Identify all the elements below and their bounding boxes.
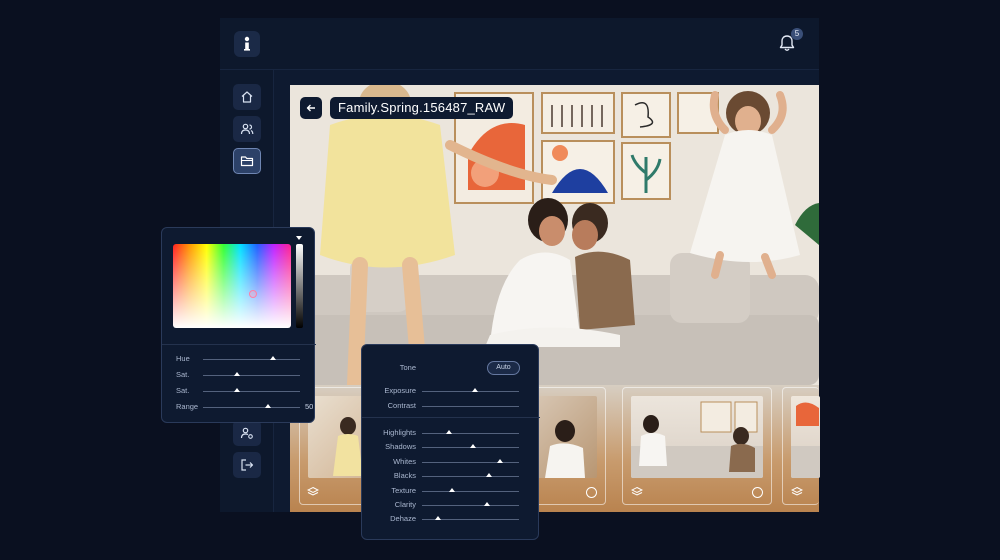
panel-divider — [162, 344, 316, 345]
folder-icon — [240, 156, 254, 167]
thumbnail-illustration — [791, 402, 820, 478]
slider-track[interactable] — [422, 391, 519, 392]
luminance-slider[interactable] — [296, 244, 303, 328]
thumbnail-illustration — [631, 401, 763, 478]
color-panel: Hue Sat. Sat. Range 50 — [161, 227, 316, 423]
luminance-caret-icon — [296, 236, 302, 240]
slider-track[interactable] — [422, 490, 519, 492]
sidebar-item-logout[interactable] — [233, 452, 261, 478]
slider-thumb[interactable] — [434, 516, 441, 521]
slider-row-range: Range 50 — [162, 403, 316, 413]
thumbnail-image — [791, 396, 820, 478]
color-field[interactable] — [173, 244, 291, 328]
slider-track[interactable] — [422, 505, 519, 506]
layers-icon — [791, 486, 803, 496]
thumbnail-1-layers — [306, 485, 320, 503]
slider-row-highlights: Highlights — [362, 429, 540, 439]
slider-thumb[interactable] — [472, 388, 479, 392]
main-photo: Family.Spring.156487_RAW — [290, 85, 819, 385]
sidebar-item-home[interactable] — [233, 84, 261, 110]
slider-label: Shadows — [385, 442, 416, 452]
slider-label: Dehaze — [390, 514, 416, 524]
color-field-handle[interactable] — [249, 290, 257, 298]
slider-row-texture: Texture — [362, 485, 540, 497]
slider-thumb[interactable] — [470, 444, 477, 449]
slider-value: 50 — [305, 402, 314, 411]
notification-count-badge: 5 — [791, 28, 803, 40]
sidebar-item-user-settings[interactable] — [233, 420, 261, 446]
arrow-left-icon — [306, 104, 315, 112]
slider-label: Blacks — [393, 471, 416, 481]
user-gear-icon — [240, 427, 253, 439]
slider-row-sat: Sat. — [162, 387, 316, 397]
panel-divider — [362, 417, 540, 418]
thumbnail-select-radio[interactable] — [586, 487, 597, 498]
slider-thumb[interactable] — [233, 372, 240, 376]
slider-row-shadows: Shadows — [362, 443, 540, 453]
slider-label: Highlights — [383, 428, 416, 437]
slider-track[interactable] — [422, 476, 519, 478]
auto-button[interactable]: Auto — [487, 361, 520, 375]
notifications-button[interactable]: 5 — [779, 28, 803, 54]
slider-thumb[interactable] — [233, 388, 240, 392]
slider-row-dehaze: Dehaze — [362, 515, 540, 525]
slider-thumb[interactable] — [446, 430, 453, 434]
slider-thumb[interactable] — [449, 487, 456, 492]
slider-label: Exposure — [384, 386, 416, 395]
slider-row-blacks: Blacks — [362, 472, 540, 482]
thumbnail-4[interactable] — [782, 387, 820, 505]
slider-label: Contrast — [387, 400, 416, 410]
slider-track[interactable] — [203, 359, 300, 360]
slider-row-sat: Sat. — [162, 371, 316, 381]
app-logo[interactable] — [234, 31, 260, 57]
slider-row-whites: Whites — [362, 456, 540, 468]
slider-label: Whites — [393, 456, 416, 466]
layers-icon — [631, 486, 643, 496]
logout-icon — [241, 459, 254, 471]
layers-icon — [306, 486, 320, 496]
family-photo-illustration — [290, 85, 819, 385]
slider-row-exposure: Exposure — [362, 387, 540, 397]
home-icon — [241, 91, 253, 103]
slider-track[interactable] — [422, 433, 519, 434]
slider-track[interactable] — [203, 391, 300, 392]
slider-thumb[interactable] — [496, 458, 503, 463]
slider-thumb[interactable] — [483, 502, 490, 506]
tone-panel: Tone Auto Exposure Contrast Highlights Sha… — [361, 344, 540, 540]
slider-row-hue: Hue — [162, 355, 316, 365]
sidebar-item-users[interactable] — [233, 116, 261, 142]
slider-thumb[interactable] — [269, 356, 276, 360]
top-bar: 5 — [220, 18, 819, 70]
slider-label: Sat. — [176, 370, 190, 379]
slider-label: Sat. — [176, 386, 190, 395]
slider-label: Hue — [176, 354, 190, 363]
slider-thumb[interactable] — [264, 404, 271, 408]
slider-track[interactable] — [422, 405, 519, 407]
slider-label: Range — [176, 402, 199, 411]
slider-label: Texture — [391, 485, 416, 495]
file-name-label: Family.Spring.156487_RAW — [330, 97, 514, 119]
slider-row-clarity: Clarity — [362, 501, 540, 511]
back-button[interactable] — [300, 97, 322, 119]
thumbnail-3[interactable] — [622, 387, 772, 505]
info-logo-icon — [244, 36, 250, 51]
users-icon — [240, 123, 254, 135]
slider-row-contrast: Contrast — [362, 400, 540, 412]
slider-label: Clarity — [394, 500, 416, 509]
slider-track[interactable] — [203, 375, 300, 376]
sidebar-item-folder[interactable] — [233, 148, 261, 174]
slider-thumb[interactable] — [485, 473, 492, 478]
slider-track[interactable] — [422, 461, 519, 463]
tone-title: Tone — [399, 363, 416, 372]
thumbnail-image — [631, 396, 763, 478]
thumbnail-select-radio[interactable] — [752, 487, 763, 498]
slider-track[interactable] — [203, 407, 300, 408]
